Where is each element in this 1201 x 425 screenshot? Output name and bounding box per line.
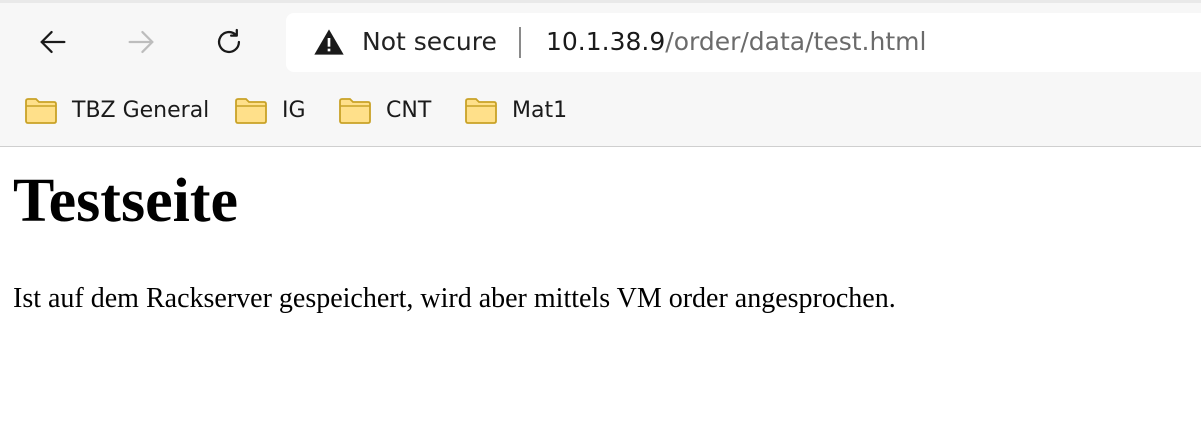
bookmark-label: Mat1 — [512, 97, 568, 123]
bookmarks-bar: TBZ General IG CNT Mat1 — [0, 88, 1201, 132]
browser-chrome: Not secure 10.1.38.9/order/data/test.htm… — [0, 0, 1201, 147]
reload-icon — [217, 28, 241, 54]
url-path: /order/data/test.html — [665, 27, 927, 56]
folder-icon — [465, 98, 497, 124]
forward-button[interactable] — [117, 18, 165, 66]
url-host: 10.1.38.9 — [546, 27, 666, 56]
page-content: Testseite Ist auf dem Rackserver gespeic… — [0, 147, 1201, 425]
tab-strip-edge — [0, 0, 1201, 3]
warning-triangle-icon[interactable] — [312, 26, 346, 58]
address-separator — [519, 27, 521, 58]
folder-icon — [339, 98, 371, 124]
page-heading: Testseite — [13, 167, 238, 235]
bookmark-folder-ig[interactable]: IG — [234, 88, 306, 132]
bookmark-label: TBZ General — [72, 97, 210, 123]
arrow-left-icon — [40, 30, 66, 54]
address-bar[interactable]: Not secure 10.1.38.9/order/data/test.htm… — [286, 13, 1201, 72]
bookmark-label: IG — [282, 97, 306, 123]
arrow-right-icon — [128, 30, 154, 54]
url-text[interactable]: 10.1.38.9/order/data/test.html — [546, 26, 926, 58]
folder-icon — [235, 98, 267, 124]
security-status-label[interactable]: Not secure — [362, 26, 497, 58]
bookmark-label: CNT — [386, 97, 432, 123]
bookmark-folder-cnt[interactable]: CNT — [338, 88, 431, 132]
back-button[interactable] — [29, 18, 77, 66]
bookmark-folder-tbz-general[interactable]: TBZ General — [24, 88, 209, 132]
reload-button[interactable] — [205, 18, 253, 66]
page-paragraph: Ist auf dem Rackserver gespeichert, wird… — [13, 283, 896, 314]
bookmark-folder-mat1[interactable]: Mat1 — [464, 88, 567, 132]
folder-icon — [25, 98, 57, 124]
